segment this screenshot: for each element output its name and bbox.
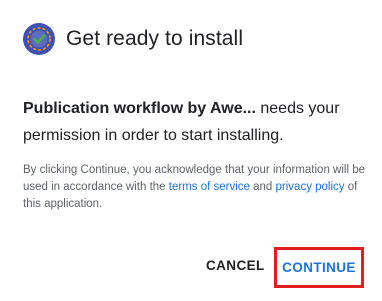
continue-button[interactable]: CONTINUE	[277, 250, 361, 285]
legal-and: and	[249, 181, 276, 193]
privacy-policy-link[interactable]: privacy policy	[276, 181, 345, 193]
dialog-header: Get ready to install	[22, 22, 243, 56]
legal-notice: By clicking Continue, you acknowledge th…	[23, 162, 368, 213]
permission-message: Publication workflow by Awe... needs you…	[23, 95, 363, 149]
dialog-title: Get ready to install	[66, 27, 244, 50]
app-name: Publication workflow by Awe...	[23, 100, 256, 117]
dialog-actions: CANCEL CONTINUE	[0, 247, 382, 288]
install-dialog: Get ready to install Publication workflo…	[0, 0, 382, 301]
app-logo-icon	[23, 23, 55, 55]
cancel-button[interactable]: CANCEL	[206, 248, 265, 284]
terms-of-service-link[interactable]: terms of service	[169, 181, 250, 193]
continue-highlight: CONTINUE	[274, 247, 364, 288]
